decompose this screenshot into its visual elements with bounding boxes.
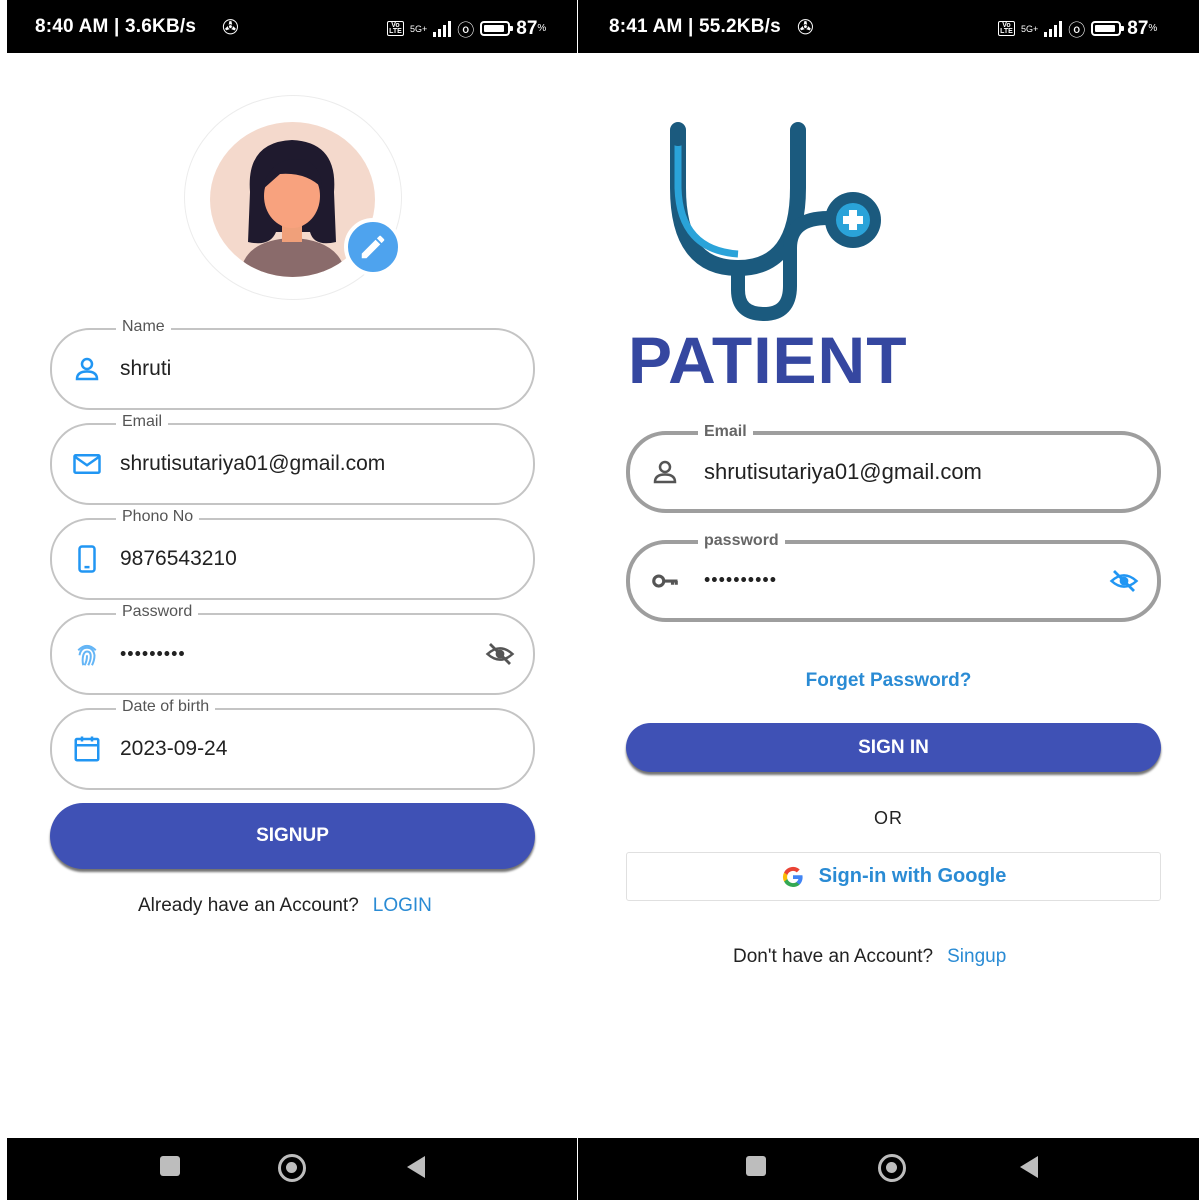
mail-icon [73,454,101,474]
signup-button[interactable]: SIGNUP [50,803,535,869]
name-field[interactable]: Name shruti [50,318,535,410]
signup-screen: 8:40 AM | 3.6KB/s ✇ Vo LTE 5G+ ⓞ 87% Name [7,0,577,1200]
battery-level: 87 [516,17,538,39]
volte-icon: Vo LTE [387,21,404,36]
stethoscope-logo-icon [670,122,881,322]
hotspot-icon: ⓞ [457,21,475,40]
signup-prompt: Don't have an Account? Singup [733,946,1006,968]
google-signin-label: Sign-in with Google [818,865,1007,887]
person-icon [75,357,99,381]
recents-button[interactable] [746,1156,766,1176]
pencil-icon [361,235,385,259]
fingerprint-icon [77,644,97,666]
app-logo-text: PATIENT [628,323,908,397]
status-icons: Vo LTE 5G+ ⓞ 87% [998,16,1157,41]
signin-screen: 8:41 AM | 55.2KB/s ✇ Vo LTE 5G+ ⓞ 87% PAT… [578,0,1199,1200]
password-field[interactable]: Password ••••••••• [50,603,535,695]
signin-button[interactable]: SIGN IN [626,723,1161,772]
login-prompt: Already have an Account? LOGIN [138,895,432,917]
signup-prompt-text: Don't have an Account? [733,946,934,967]
battery-level: 87 [1127,17,1149,39]
key-icon [652,574,678,588]
back-button[interactable] [407,1156,425,1178]
hotspot-icon: ⓞ [1068,21,1086,40]
dob-field[interactable]: Date of birth 2023-09-24 [50,698,535,790]
status-bar: 8:41 AM | 55.2KB/s ✇ Vo LTE 5G+ ⓞ 87% [578,0,1199,53]
google-signin-button[interactable]: Sign-in with Google [626,852,1161,901]
password-input[interactable]: ••••••••• [120,644,186,665]
eye-off-icon[interactable] [1107,566,1141,596]
signup-link[interactable]: Singup [947,946,1006,967]
network-type: 5G+ [410,23,428,34]
dnd-icon: ✇ [797,17,814,39]
phone-icon [78,545,96,573]
password-input[interactable]: •••••••••• [704,570,777,591]
battery-icon [480,21,514,36]
dob-label: Date of birth [116,698,216,716]
phone-label: Phono No [116,508,200,526]
dob-input[interactable]: 2023-09-24 [120,737,227,761]
phone-field[interactable]: Phono No 9876543210 [50,508,535,600]
signal-icon [1044,20,1063,37]
dnd-icon: ✇ [222,17,239,39]
status-time: 8:41 AM | 55.2KB/s [609,16,781,37]
email-label: Email [698,423,753,441]
volte-icon: Vo LTE [998,21,1015,36]
signal-icon [433,20,452,37]
status-time: 8:40 AM | 3.6KB/s [35,16,197,37]
google-icon [782,866,803,887]
status-bar: 8:40 AM | 3.6KB/s ✇ Vo LTE 5G+ ⓞ 87% [7,0,577,53]
forgot-password-link[interactable]: Forget Password? [578,670,1199,692]
eye-off-icon[interactable] [483,639,517,669]
home-button[interactable] [878,1154,906,1182]
back-button[interactable] [1020,1156,1038,1178]
status-icons: Vo LTE 5G+ ⓞ 87% [387,16,546,41]
name-input[interactable]: shruti [120,357,171,381]
calendar-icon [74,736,100,762]
password-label: password [698,532,785,550]
email-input[interactable]: shrutisutariya01@gmail.com [704,459,982,485]
email-field[interactable]: Email shrutisutariya01@gmail.com [50,413,535,505]
system-nav-bar [578,1138,1199,1200]
or-divider: OR [874,808,903,828]
recents-button[interactable] [160,1156,180,1176]
person-icon [653,460,677,484]
battery-icon [1091,21,1125,36]
home-button[interactable] [278,1154,306,1182]
network-type: 5G+ [1021,23,1039,34]
password-label: Password [116,603,199,621]
edit-avatar-button[interactable] [344,218,402,276]
password-field[interactable]: password •••••••••• [626,532,1161,622]
email-input[interactable]: shrutisutariya01@gmail.com [120,452,385,476]
email-field[interactable]: Email shrutisutariya01@gmail.com [626,423,1161,513]
email-label: Email [116,413,169,431]
phone-input[interactable]: 9876543210 [120,547,237,571]
name-label: Name [116,318,171,336]
login-prompt-text: Already have an Account? [138,895,359,916]
system-nav-bar [7,1138,577,1200]
login-link[interactable]: LOGIN [373,895,432,916]
